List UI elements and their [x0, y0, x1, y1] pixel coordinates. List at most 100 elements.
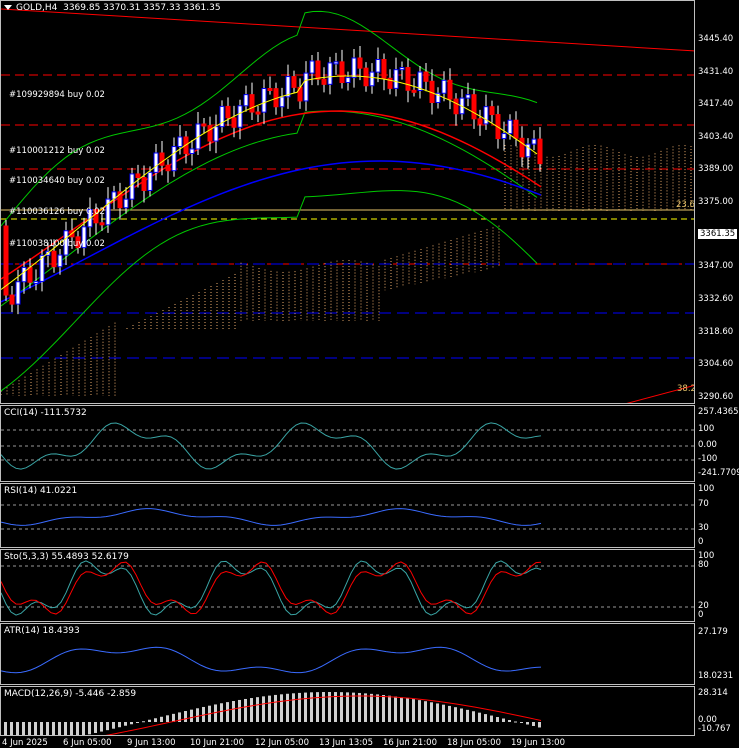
- macd-bar: [160, 716, 163, 722]
- cci-title: CCI(14) -111.5732: [4, 408, 87, 418]
- cci-plot[interactable]: CCI(14) -111.5732: [0, 405, 695, 482]
- bollinger-lower: [1, 190, 538, 392]
- candle-body: [489, 106, 495, 116]
- macd-bar: [520, 722, 523, 724]
- candle-body: [213, 126, 219, 142]
- candle-body: [261, 88, 267, 113]
- macd-bar: [352, 692, 355, 722]
- atr-plot[interactable]: ATR(14) 18.4393: [0, 623, 695, 685]
- candle-body: [51, 250, 57, 268]
- ohlc-values: 3369.85 3370.31 3357.33 3361.35: [63, 3, 221, 13]
- order-label[interactable]: #110034640 buy 0.02: [9, 176, 105, 186]
- rsi-pane[interactable]: RSI(14) 41.0221 100 70 30 0: [0, 483, 739, 548]
- price-axis[interactable]: 3445.40 3431.40 3417.40 3403.40 3389.00 …: [695, 0, 739, 404]
- cci-tick: 100: [698, 424, 715, 434]
- dropdown-triangle-icon[interactable]: [4, 5, 12, 10]
- price-tick: 3290.60: [698, 392, 734, 402]
- candle-body: [471, 94, 477, 120]
- candle-body: [393, 69, 399, 89]
- rsi-axis: 100 70 30 0: [695, 483, 739, 548]
- main-chart-pane[interactable]: GOLD,H4 3369.85 3370.31 3357.33 3361.35 …: [0, 0, 739, 404]
- macd-bar: [382, 695, 385, 722]
- rsi-plot[interactable]: RSI(14) 41.0221: [0, 483, 695, 548]
- bollinger-upper: [1, 10, 538, 227]
- stochastic-plot[interactable]: Sto(5,3,3) 55.4893 52.6179: [0, 549, 695, 622]
- macd-bar: [76, 722, 79, 735]
- atr-title: ATR(14) 18.4393: [4, 626, 80, 636]
- macd-bar: [316, 692, 319, 722]
- macd-bar: [304, 692, 307, 722]
- macd-bar: [430, 702, 433, 722]
- candle-body: [345, 77, 351, 84]
- order-label[interactable]: #110038100 buy 0.02: [9, 239, 105, 249]
- macd-bar: [250, 698, 253, 722]
- macd-bar: [34, 722, 37, 735]
- price-tick: 3347.00: [698, 261, 734, 271]
- candle-body: [303, 72, 309, 102]
- price-tick: 3318.60: [698, 327, 734, 337]
- macd-bar: [478, 712, 481, 722]
- trendline: [1, 8, 694, 52]
- candle-body: [177, 136, 183, 148]
- macd-bar: [418, 700, 421, 722]
- candle-body: [225, 105, 231, 119]
- atr-pane[interactable]: ATR(14) 18.4393 27.179 18.0231: [0, 623, 739, 685]
- macd-bar: [454, 707, 457, 722]
- macd-bar: [148, 719, 151, 722]
- candle-body: [237, 105, 243, 128]
- macd-pane[interactable]: MACD(12,26,9) -5.446 -2.859 28.314 0.00 …: [0, 686, 739, 736]
- candle-body: [513, 119, 519, 139]
- candle-body: [381, 58, 387, 79]
- candle-body: [315, 60, 321, 80]
- macd-bar: [64, 722, 67, 735]
- price-plot[interactable]: GOLD,H4 3369.85 3370.31 3357.33 3361.35 …: [0, 0, 695, 404]
- candle-body: [207, 125, 213, 142]
- macd-bar: [190, 709, 193, 722]
- candle-body: [255, 111, 261, 115]
- macd-title: MACD(12,26,9) -5.446 -2.859: [4, 689, 137, 699]
- macd-plot[interactable]: MACD(12,26,9) -5.446 -2.859: [0, 686, 695, 736]
- candle-body: [339, 61, 345, 84]
- macd-bar: [400, 697, 403, 722]
- cci-tick: 0.00: [698, 440, 717, 450]
- candle-body: [9, 294, 15, 305]
- macd-bar: [424, 701, 427, 722]
- macd-bar: [436, 703, 439, 722]
- macd-bar: [406, 698, 409, 722]
- candle-body: [501, 133, 507, 140]
- macd-bar: [124, 722, 127, 726]
- macd-bar: [70, 722, 73, 735]
- candle-body: [99, 222, 105, 226]
- macd-bar: [220, 703, 223, 722]
- macd-bar: [142, 721, 145, 723]
- order-label[interactable]: #109929894 buy 0.02: [9, 90, 105, 100]
- macd-bar: [166, 715, 169, 722]
- macd-bar: [346, 692, 349, 722]
- candle-body: [279, 96, 285, 108]
- cci-canvas: [1, 422, 694, 470]
- macd-bar: [94, 722, 97, 733]
- cci-tick: 257.4365: [698, 407, 739, 417]
- macd-bar: [508, 720, 511, 722]
- chart-header: GOLD,H4 3369.85 3370.31 3357.33 3361.35: [4, 3, 221, 13]
- order-label[interactable]: #110036126 buy 0.02: [9, 207, 105, 217]
- stochastic-pane[interactable]: Sto(5,3,3) 55.4893 52.6179 100 80 20 0: [0, 549, 739, 622]
- macd-bar: [322, 692, 325, 722]
- macd-bar: [88, 722, 91, 735]
- macd-bar: [16, 722, 19, 735]
- price-tick: 3403.40: [698, 132, 734, 142]
- rsi-tick: 30: [698, 523, 709, 533]
- macd-bar: [46, 722, 49, 735]
- cci-pane[interactable]: CCI(14) -111.5732 257.4365 100 0.00 -100…: [0, 405, 739, 482]
- time-tick: 4 Jun 2025: [2, 738, 48, 748]
- time-tick: 12 Jun 05:00: [255, 738, 309, 748]
- macd-bar: [370, 693, 373, 722]
- candle-body: [531, 138, 537, 145]
- macd-bar: [184, 711, 187, 722]
- macd-tick: 28.314: [698, 688, 728, 698]
- macd-bar: [280, 694, 283, 722]
- price-tick: 3332.60: [698, 294, 734, 304]
- macd-bar: [154, 718, 157, 722]
- order-label[interactable]: #110001212 buy 0.02: [9, 146, 105, 156]
- time-tick: 13 Jun 13:05: [319, 738, 373, 748]
